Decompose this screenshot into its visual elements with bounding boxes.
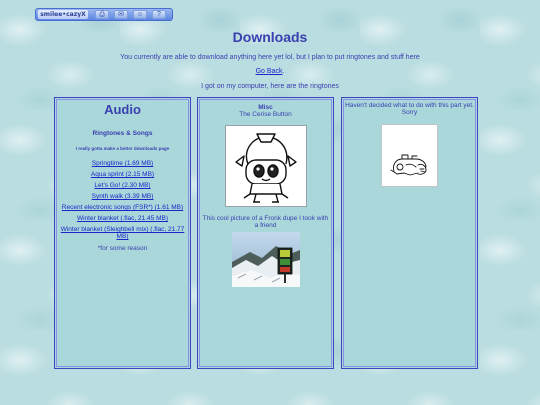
go-back-link[interactable]: Go Back [256,68,283,75]
audio-heading: Audio [104,102,141,117]
song-link[interactable]: Aqua sprint (2.15 MB) [58,171,188,178]
placeholder-panel: Haven't decided what to do with this par… [341,97,478,369]
fronk-dupe-photo [231,232,300,287]
better-page-note: I really gotta make a better downloads p… [75,146,170,151]
go-back-line: Go Back. [0,68,540,75]
song-link[interactable]: Winter blanket (Sleighbell mix) (.flac, … [58,226,188,240]
song-list: Springtime (1.69 MB) Aqua sprint (2.15 M… [55,160,190,240]
printer-icon[interactable]: ⎙ [95,10,109,19]
song-link[interactable]: Springtime (1.69 MB) [58,160,188,167]
sketch-drawing [381,124,438,187]
page-title: Downloads [232,29,308,45]
top-toolbar: smilee•cazyX ⎙ ✉ ☺ ? [35,8,173,21]
song-link[interactable]: Synth walk (3.39 MB) [58,193,188,200]
ringtones-heading: Ringtones & Songs [92,130,153,137]
go-back-period: . [282,68,285,75]
song-link[interactable]: Recent electronic songs (FSR*) (1.61 MB) [58,204,188,211]
mail-icon[interactable]: ✉ [114,10,128,19]
intro-text: You currently are able to download anyth… [120,54,420,61]
ringtones-note: I got on my computer, here are the ringt… [201,83,339,90]
help-icon[interactable]: ? [152,10,166,19]
placeholder-text: Haven't decided what to do with this par… [345,102,474,116]
song-link[interactable]: Winter blanket (.flac, 21.45 MB) [58,215,188,222]
site-badge[interactable]: smilee•cazyX [38,10,88,19]
song-link[interactable]: Let's Go! (2.30 MB) [58,182,188,189]
photo-caption: This cool picture of a Fronk dupe I took… [202,215,329,229]
misc-subtitle: The Cerise Button [239,111,292,118]
cerise-button-drawing [224,125,307,207]
footnote-text: *for some reason [97,245,148,252]
misc-panel: Misc The Cerise Button This cool picture… [197,97,334,369]
user-icon[interactable]: ☺ [133,10,147,19]
misc-heading: Misc [258,104,273,111]
audio-panel: Audio Ringtones & Songs I really gotta m… [54,97,191,369]
